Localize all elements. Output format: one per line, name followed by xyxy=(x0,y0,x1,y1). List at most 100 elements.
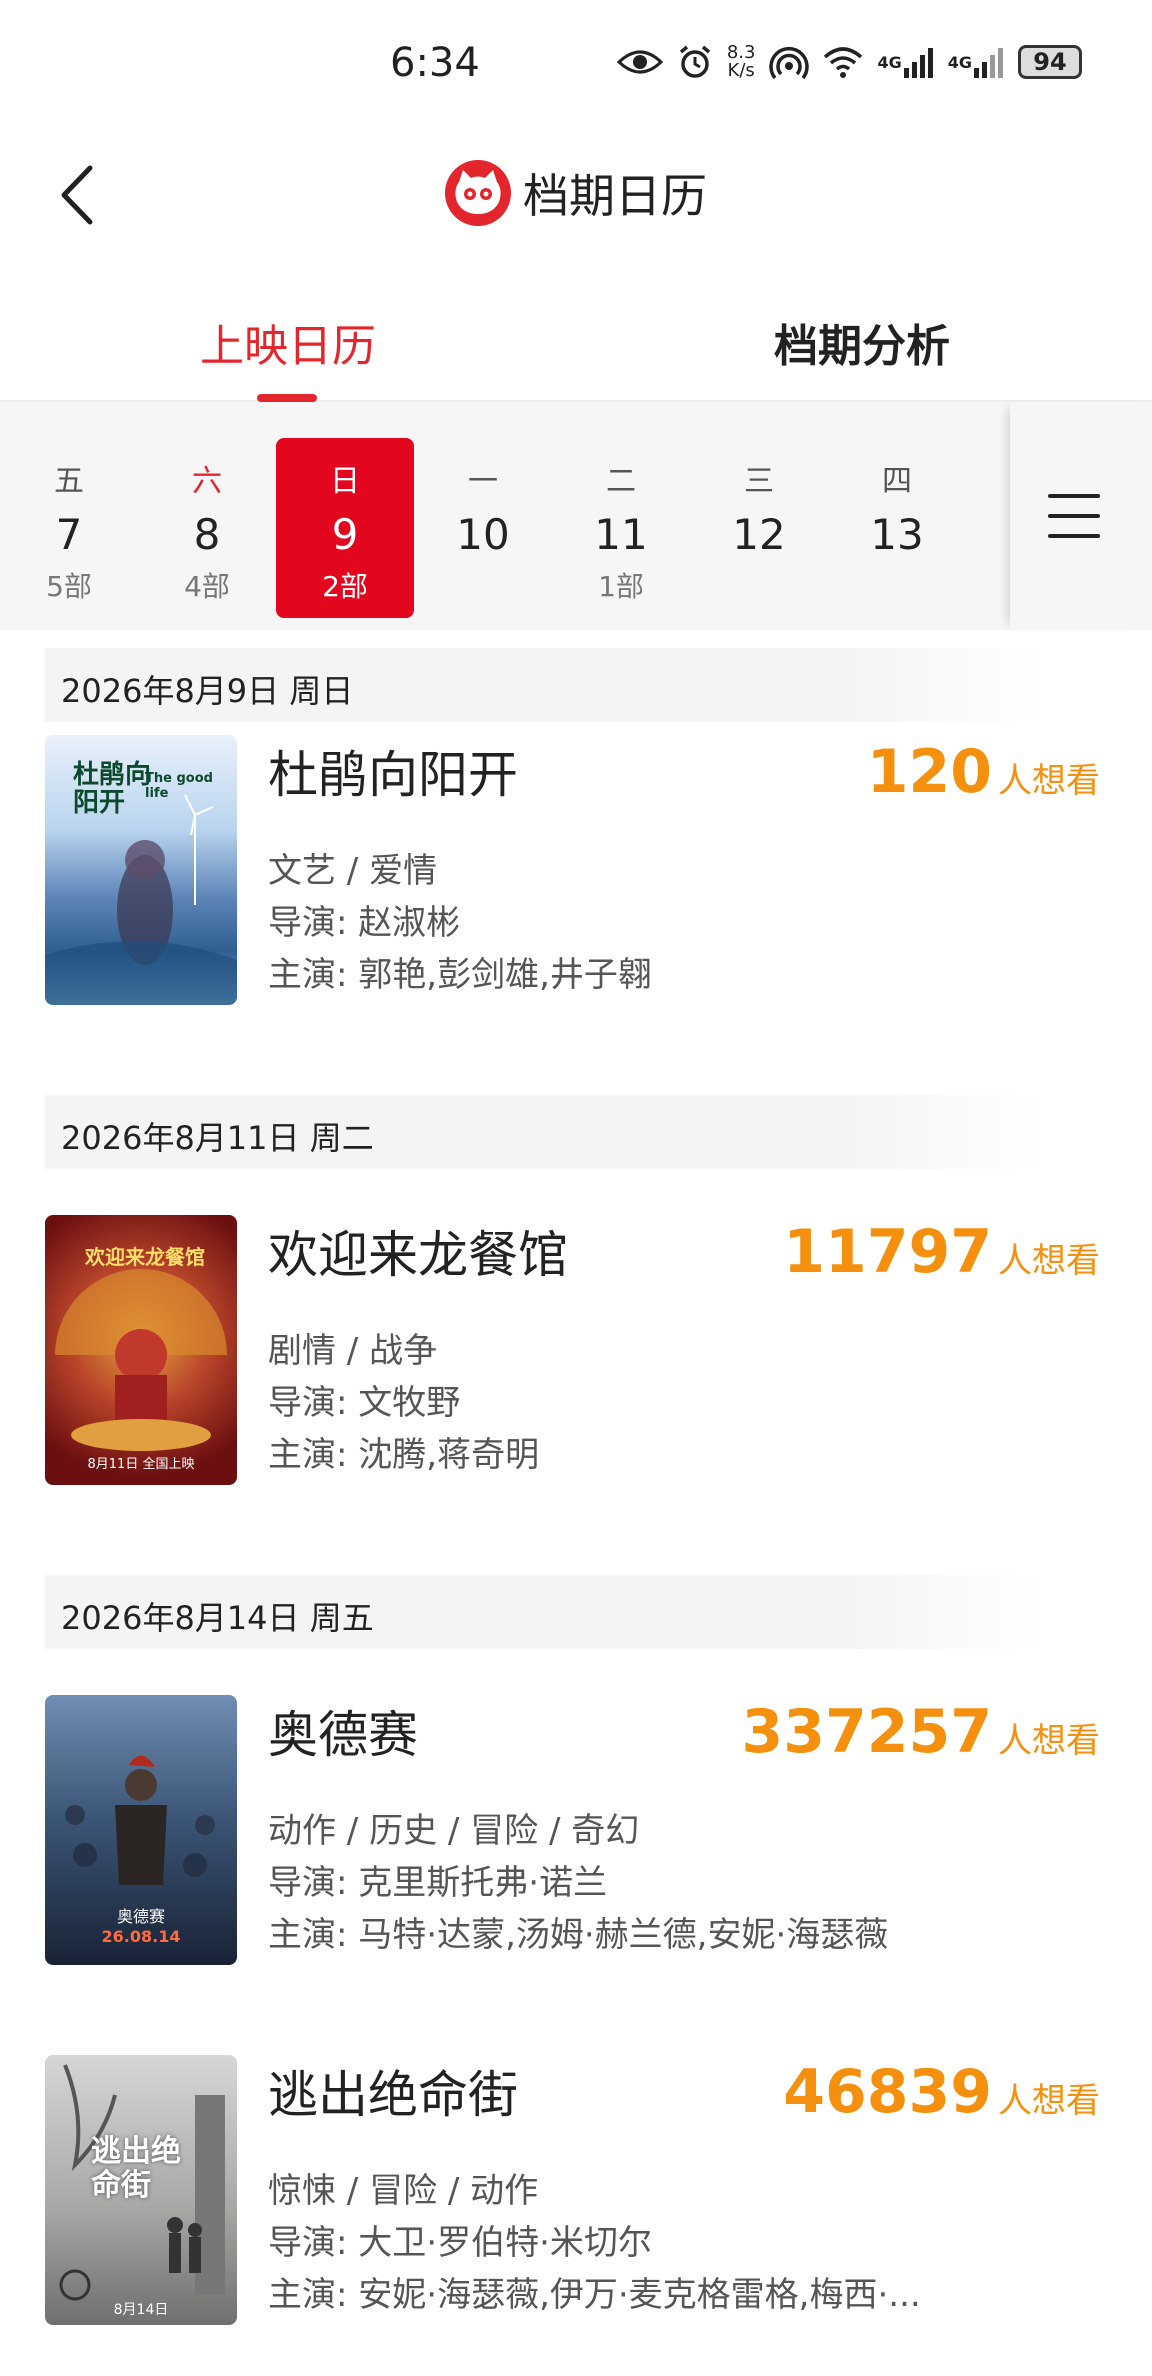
date-weekday: 一 xyxy=(468,464,498,499)
want-count: 120 xyxy=(866,737,992,807)
movie-item[interactable]: 欢迎来龙餐馆 8月11日 全国上映 欢迎来龙餐馆 11797 人想看 剧情 / … xyxy=(0,1215,1152,1495)
date-day: 9 xyxy=(331,510,359,559)
movie-title: 欢迎来龙餐馆 xyxy=(268,1226,568,1284)
poster-title-text: 杜鹃向阳开 xyxy=(73,760,152,818)
status-time: 6:34 xyxy=(390,40,480,86)
signal-label-1: 4G xyxy=(877,52,902,72)
date-weekday: 六 xyxy=(192,464,222,499)
maoyan-logo-icon xyxy=(445,160,511,226)
want-to-see: 120 人想看 xyxy=(867,737,1100,807)
poster-title-text: 欢迎来龙餐馆 xyxy=(85,1245,205,1269)
battery-indicator: 94 xyxy=(1018,45,1082,79)
movie-director: 导演: 克里斯托弗·诺兰 xyxy=(268,1863,608,1903)
date-weekday: 日 xyxy=(330,464,360,499)
date-item[interactable]: 二 11 1部 xyxy=(552,438,690,618)
date-day: 12 xyxy=(732,510,786,559)
want-to-see: 11797 人想看 xyxy=(783,1217,1100,1287)
movie-director: 导演: 赵淑彬 xyxy=(268,903,461,943)
signal-icon-1: 4G xyxy=(877,42,933,82)
want-count: 337257 xyxy=(741,1697,993,1767)
date-item[interactable]: 三 12 xyxy=(690,438,828,618)
date-section-label: 2026年8月9日 周日 xyxy=(61,672,354,710)
date-day: 10 xyxy=(456,510,510,559)
title-wrap: 档期日历 xyxy=(0,160,1152,226)
poster-subtitle-text: 26.08.14 xyxy=(101,1927,181,1946)
net-speed-unit: K/s xyxy=(727,60,755,81)
date-item[interactable]: 四 13 xyxy=(828,438,966,618)
date-item[interactable]: 五 7 5部 xyxy=(0,438,138,618)
movie-poster[interactable]: 欢迎来龙餐馆 8月11日 全国上映 xyxy=(45,1215,237,1485)
want-count: 11797 xyxy=(783,1217,992,1287)
want-label: 人想看 xyxy=(998,761,1100,801)
movie-poster[interactable]: 奥德赛 26.08.14 xyxy=(45,1695,237,1965)
date-item[interactable]: 六 8 4部 xyxy=(138,438,276,618)
date-section-label: 2026年8月11日 周二 xyxy=(61,1119,374,1157)
hotspot-icon xyxy=(769,42,810,82)
eye-icon xyxy=(616,42,663,82)
movie-director: 导演: 文牧野 xyxy=(268,1383,461,1423)
movie-poster[interactable]: 杜鹃向阳开 The good life xyxy=(45,735,237,1005)
date-count: 1部 xyxy=(598,570,644,603)
date-count xyxy=(828,565,966,599)
poster-subtitle-text: The good life xyxy=(145,771,213,801)
date-day: 13 xyxy=(870,510,924,559)
wifi-icon xyxy=(823,42,863,82)
movie-cast: 主演: 马特·达蒙,汤姆·赫兰德,安妮·海瑟薇 xyxy=(268,1915,889,1955)
movie-title: 逃出绝命街 xyxy=(268,2066,518,2124)
header: 档期日历 xyxy=(0,130,1152,260)
date-section-label: 2026年8月14日 周五 xyxy=(61,1599,374,1637)
date-count xyxy=(690,565,828,599)
movie-cast: 主演: 郭艳,彭剑雄,井子翱 xyxy=(268,955,652,995)
movie-genres: 文艺 / 爱情 xyxy=(268,851,438,891)
date-item-selected[interactable]: 日 9 2部 xyxy=(276,438,414,618)
date-strip: 五 7 5部 六 8 4部 日 9 2部 一 10 二 11 1部 三 12 四… xyxy=(0,402,1152,630)
movie-title: 杜鹃向阳开 xyxy=(268,746,518,804)
date-section-header: 2026年8月11日 周二 xyxy=(45,1095,1045,1169)
date-weekday: 五 xyxy=(54,464,84,499)
movie-genres: 惊悚 / 冒险 / 动作 xyxy=(268,2171,539,2211)
screen: 6:34 8.3 K/s 4G 4G 94 档期日历 上映日历 档期分析 五 7… xyxy=(0,0,1152,2376)
date-weekday: 二 xyxy=(606,464,636,499)
movie-cast: 主演: 沈腾,蒋奇明 xyxy=(268,1435,540,1475)
net-speed: 8.3 K/s xyxy=(727,42,756,82)
date-section-header: 2026年8月14日 周五 xyxy=(45,1575,1045,1649)
want-count: 46839 xyxy=(783,2057,992,2127)
poster-title-text: 奥德赛 xyxy=(116,1907,165,1926)
poster-title-text: 逃出绝命街 xyxy=(91,2134,181,2203)
want-to-see: 46839 人想看 xyxy=(783,2057,1100,2127)
status-bar: 6:34 8.3 K/s 4G 4G 94 xyxy=(0,0,1152,130)
movie-title: 奥德赛 xyxy=(268,1706,418,1764)
date-count: 2部 xyxy=(322,570,368,603)
poster-subtitle-text: 8月14日 xyxy=(113,2302,169,2318)
date-count: 5部 xyxy=(46,570,92,603)
status-icons: 8.3 K/s 4G 4G 94 xyxy=(616,42,1082,82)
alarm-icon xyxy=(677,42,713,82)
date-count: 4部 xyxy=(184,570,230,603)
poster-subtitle-text: 8月11日 全国上映 xyxy=(87,1457,195,1472)
tab-schedule-analysis[interactable]: 档期分析 xyxy=(774,310,950,374)
date-day: 8 xyxy=(193,510,221,559)
tab-release-calendar[interactable]: 上映日历 xyxy=(200,310,376,374)
signal-label-2: 4G xyxy=(947,52,972,72)
movie-genres: 剧情 / 战争 xyxy=(268,1331,438,1371)
signal-icon-2: 4G xyxy=(948,42,1004,82)
movie-cast: 主演: 安妮·海瑟薇,伊万·麦克格雷格,梅西·... xyxy=(268,2275,921,2315)
want-label: 人想看 xyxy=(998,1241,1100,1281)
date-day: 11 xyxy=(594,510,648,559)
date-weekday: 三 xyxy=(744,464,774,499)
movie-item[interactable]: 奥德赛 26.08.14 奥德赛 337257 人想看 动作 / 历史 / 冒险… xyxy=(0,1695,1152,1975)
date-count xyxy=(414,565,552,599)
date-section-header: 2026年8月9日 周日 xyxy=(45,648,1045,722)
movie-director: 导演: 大卫·罗伯特·米切尔 xyxy=(268,2223,652,2263)
date-item[interactable]: 一 10 xyxy=(414,438,552,618)
calendar-menu-button[interactable] xyxy=(1010,402,1152,630)
date-weekday: 四 xyxy=(882,464,912,499)
date-day: 7 xyxy=(55,510,83,559)
want-to-see: 337257 人想看 xyxy=(742,1697,1101,1767)
movie-item[interactable]: 逃出绝命街 8月14日 逃出绝命街 46839 人想看 惊悚 / 冒险 / 动作… xyxy=(0,2055,1152,2335)
movie-genres: 动作 / 历史 / 冒险 / 奇幻 xyxy=(268,1811,640,1851)
movie-item[interactable]: 杜鹃向阳开 The good life 杜鹃向阳开 120 人想看 文艺 / 爱… xyxy=(0,735,1152,1015)
want-label: 人想看 xyxy=(998,1721,1100,1761)
active-tab-indicator xyxy=(257,394,317,402)
movie-poster[interactable]: 逃出绝命街 8月14日 xyxy=(45,2055,237,2325)
